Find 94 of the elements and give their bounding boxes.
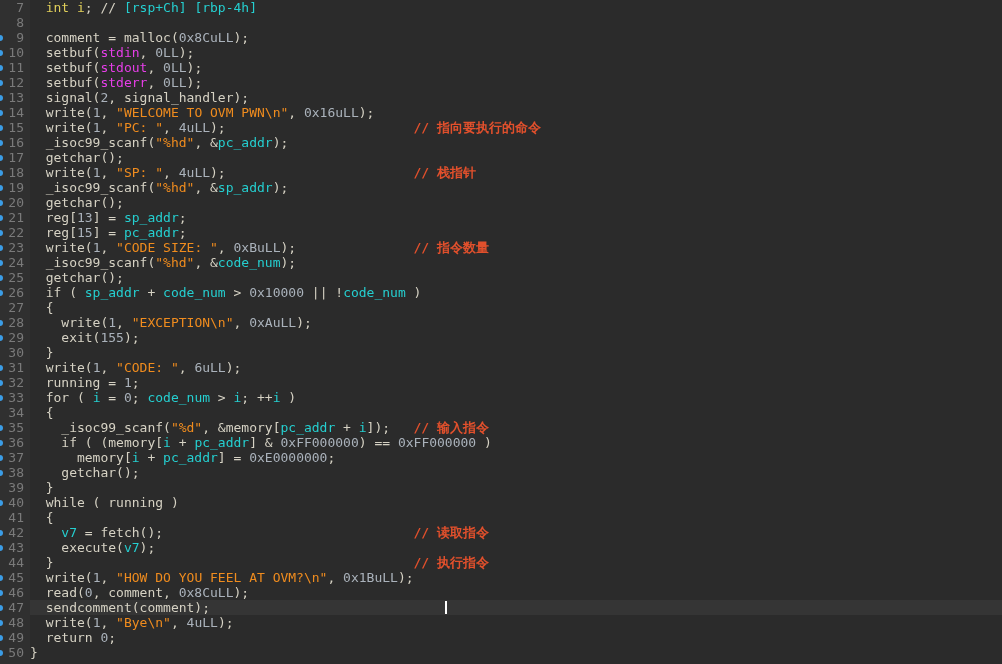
line-number: 47 xyxy=(8,600,24,615)
code-line: v7 = fetch(); xyxy=(60,525,164,540)
code-line: { xyxy=(44,300,54,315)
line-number: 35 xyxy=(8,420,24,435)
code-line: write(1, "EXCEPTION\n", 0xAuLL); xyxy=(60,315,312,330)
line-number: 48 xyxy=(8,615,24,630)
line-number: 28 xyxy=(8,315,24,330)
code-line: return 0; xyxy=(44,630,117,645)
line-number: 8 xyxy=(16,15,24,30)
line-number: 23 xyxy=(8,240,24,255)
line-number: 46 xyxy=(8,585,24,600)
code-line: for ( i = 0; code_num > i; ++i ) xyxy=(44,390,297,405)
line-number: 19 xyxy=(8,180,24,195)
code-line: { xyxy=(44,405,54,420)
code-line: exit(155); xyxy=(60,330,140,345)
code-line: } xyxy=(44,480,54,495)
code-line: reg[13] = sp_addr; xyxy=(44,210,187,225)
code-line: running = 1; xyxy=(44,375,140,390)
code-line: write(1, "CODE: ", 6uLL); xyxy=(44,360,242,375)
code-comment: // 指令数量 xyxy=(413,240,489,255)
code-line: comment = malloc(0x8CuLL); xyxy=(44,30,250,45)
line-number: 11 xyxy=(8,60,24,75)
line-number: 16 xyxy=(8,135,24,150)
code-comment: // 读取指令 xyxy=(413,525,489,540)
code-comment: // 执行指令 xyxy=(413,555,489,570)
line-number: 33 xyxy=(8,390,24,405)
text-cursor xyxy=(444,601,447,614)
line-number: 21 xyxy=(8,210,24,225)
line-number: 32 xyxy=(8,375,24,390)
line-number: 12 xyxy=(8,75,24,90)
code-line: { xyxy=(44,510,54,525)
line-number: 15 xyxy=(8,120,24,135)
line-number: 49 xyxy=(8,630,24,645)
code-line: _isoc99_scanf("%hd", &code_num); xyxy=(44,255,297,270)
code-line: getchar(); xyxy=(44,270,124,285)
code-line: read(0, comment, 0x8CuLL); xyxy=(44,585,250,600)
line-number: 43 xyxy=(8,540,24,555)
line-number: 20 xyxy=(8,195,24,210)
code-line: setbuf(stderr, 0LL); xyxy=(44,75,203,90)
code-comment: // 输入指令 xyxy=(413,420,489,435)
code-line: getchar(); xyxy=(60,465,140,480)
code-comment: // 指向要执行的命令 xyxy=(413,120,541,135)
line-number: 25 xyxy=(8,270,24,285)
line-number: 42 xyxy=(8,525,24,540)
line-number: 38 xyxy=(8,465,24,480)
line-number: 29 xyxy=(8,330,24,345)
line-number: 41 xyxy=(8,510,24,525)
code-line: write(1, "HOW DO YOU FEEL AT OVM?\n", 0x1BuLL); xyxy=(44,570,414,585)
code-line: } xyxy=(44,555,54,570)
code-line: _isoc99_scanf("%d", &memory[pc_addr + i]); xyxy=(60,420,391,435)
code-line: getchar(); xyxy=(44,195,124,210)
code-line: execute(v7); xyxy=(60,540,156,555)
line-number: 45 xyxy=(8,570,24,585)
code-line: if ( sp_addr + code_num > 0x10000 || !code_num ) xyxy=(44,285,422,300)
code-comment: // 栈指针 xyxy=(413,165,476,180)
code-line: memory[i + pc_addr] = 0xE0000000; xyxy=(75,450,336,465)
line-number: 34 xyxy=(8,405,24,420)
line-number: 26 xyxy=(8,285,24,300)
line-number: 18 xyxy=(8,165,24,180)
line-number: 44 xyxy=(8,555,24,570)
line-number: 13 xyxy=(8,90,24,105)
code-line: while ( running ) xyxy=(44,495,179,510)
line-number: 7 xyxy=(16,0,24,15)
line-number: 24 xyxy=(8,255,24,270)
code-line: } xyxy=(30,645,38,660)
line-number: 50 xyxy=(8,645,24,660)
line-number: 14 xyxy=(8,105,24,120)
line-number: 36 xyxy=(8,435,24,450)
line-number: 39 xyxy=(8,480,24,495)
code-line: signal(2, signal_handler); xyxy=(44,90,250,105)
line-number: 9 xyxy=(16,30,24,45)
line-number: 22 xyxy=(8,225,24,240)
code-line: sendcomment(comment); xyxy=(44,600,210,615)
line-number: 37 xyxy=(8,450,24,465)
code-line: } xyxy=(44,345,54,360)
code-line: write(1, "SP: ", 4uLL); xyxy=(44,165,226,180)
code-line: setbuf(stdout, 0LL); xyxy=(44,60,203,75)
line-number: 30 xyxy=(8,345,24,360)
line-number: 40 xyxy=(8,495,24,510)
code-line: write(1, "PC: ", 4uLL); xyxy=(44,120,226,135)
line-number: 17 xyxy=(8,150,24,165)
code-line: _isoc99_scanf("%hd", &sp_addr); xyxy=(44,180,289,195)
code-line: if ( (memory[i + pc_addr] & 0xFF000000) == 0xFF000000 ) xyxy=(60,435,492,450)
code-line: write(1, "WELCOME TO OVM PWN\n", 0x16uLL); xyxy=(44,105,375,120)
code-line: getchar(); xyxy=(44,150,124,165)
line-number: 10 xyxy=(8,45,24,60)
code-line: setbuf(stdin, 0LL); xyxy=(44,45,195,60)
line-number: 31 xyxy=(8,360,24,375)
code-line: int i; // [rsp+Ch] [rbp-4h] xyxy=(44,0,257,15)
line-number: 27 xyxy=(8,300,24,315)
code-line: write(1, "Bye\n", 4uLL); xyxy=(44,615,234,630)
code-line: reg[15] = pc_addr; xyxy=(44,225,187,240)
code-line: _isoc99_scanf("%hd", &pc_addr); xyxy=(44,135,289,150)
code-line: write(1, "CODE SIZE: ", 0xBuLL); xyxy=(44,240,297,255)
